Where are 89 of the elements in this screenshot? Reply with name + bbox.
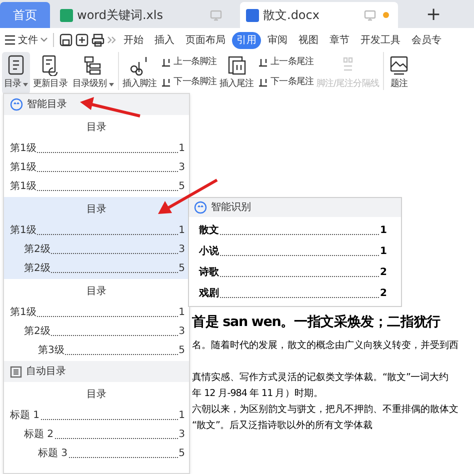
page-number: 1 (178, 224, 185, 238)
toc-entry-label: 第3级 (38, 344, 64, 358)
toc-entry-label: 第1级 (10, 161, 36, 175)
menu-tab[interactable]: 引用 (232, 32, 261, 48)
monitor-icon (364, 10, 376, 20)
page-number: 1 (178, 409, 185, 423)
ribbon-icon (388, 54, 410, 76)
ribbon-small-button[interactable]: 上一条尾注 (256, 56, 314, 70)
page-number: 1 (178, 306, 185, 320)
navigate-icon (256, 76, 269, 88)
file-tab[interactable]: word关键词.xls (54, 2, 228, 28)
toc-entry-label: 第2级 (24, 243, 50, 257)
toc-heading: 目录 (86, 121, 108, 135)
export-icon (75, 33, 89, 47)
toc-entry-label: 第1级 (10, 224, 36, 238)
toc-entry-label: 第2级 (24, 262, 50, 276)
document-icon (246, 8, 259, 22)
toc-entry-label: 第1级 (10, 142, 36, 156)
annotation-arrow (80, 97, 140, 118)
toc-entry-label: 第1级 (10, 306, 36, 320)
document-text: 真情实感、写作方式灵活的记叙类文学体裁。“散文”一词大约 (192, 371, 449, 385)
menu-tab[interactable]: 视图 (294, 32, 323, 48)
menu-tab[interactable]: 审阅 (263, 32, 292, 48)
toc-entry-label: 第2级 (24, 325, 50, 339)
document-text: 年 12 月-984 年 11 月）时期。 (192, 387, 323, 401)
toc-heading: 目录 (86, 285, 108, 299)
page-number: 5 (178, 447, 185, 461)
list-document-icon (10, 366, 22, 378)
monitor-icon (210, 10, 222, 20)
toc-style-preset[interactable]: 目录 标题 1 1 标题 2 3 标题 3 5 (4, 382, 189, 464)
ribbon-small-button[interactable]: 下一条尾注 (256, 76, 314, 89)
menu-tab[interactable]: 插入 (150, 32, 179, 48)
spreadsheet-icon (60, 8, 73, 22)
toc-style-preset[interactable]: 目录 第1级 1 第1级 3 第1级 5 (4, 115, 189, 197)
toc-entry-label: 标题 3 (38, 446, 68, 461)
document-heading-text: 首是 san wen。一指文采焕发；二指犹行 (192, 313, 441, 332)
page-number: 3 (178, 243, 185, 257)
ribbon-button[interactable]: 插入尾注 (217, 52, 256, 94)
recognized-entry[interactable]: 散文 1 (189, 217, 401, 238)
ribbon-button[interactable]: 目录级别 (70, 52, 116, 94)
toc-entry-label: 标题 1 (10, 408, 40, 423)
section-title: 智能目录 (27, 98, 67, 112)
menu-tab[interactable]: 章节 (325, 32, 354, 48)
print-icon (91, 33, 105, 47)
dropdown-caret-icon (108, 82, 114, 87)
ribbon-button[interactable]: 更新目录 (31, 52, 70, 94)
smart-face-icon (194, 201, 207, 214)
dropdown-caret-icon (23, 82, 28, 87)
toc-style-preset[interactable]: 目录 第1级 1 第2级 3 第2级 5 (4, 197, 189, 279)
toc-entry-label: 标题 2 (24, 428, 54, 442)
toc-entry-label: 第1级 (10, 180, 36, 194)
document-text: 六朝以来，为区别韵文与骈文，把凡不押韵、不重排偶的散体文 (192, 403, 459, 417)
navigate-icon (256, 57, 269, 68)
page-number: 5 (178, 180, 185, 194)
menu-icon (4, 35, 16, 45)
caret-icon (40, 37, 48, 43)
ribbon-button[interactable]: 插入脚注 (120, 52, 159, 94)
ribbon-button[interactable]: 题注 (386, 52, 412, 94)
toc-heading: 目录 (86, 203, 108, 217)
page-number: 5 (178, 344, 185, 358)
recognized-entry[interactable]: 小说 1 (189, 238, 401, 259)
toc-heading: 目录 (86, 388, 108, 402)
document-text: “散文”。后又泛指诗歌以外的所有文学体裁 (192, 419, 372, 433)
page-number: 5 (178, 262, 185, 276)
file-menu[interactable]: 文件 (18, 32, 38, 48)
menu-tab[interactable]: 开发工具 (356, 32, 405, 48)
recognized-entry[interactable]: 戏剧 2 (189, 280, 401, 301)
save-icon (59, 33, 73, 47)
ribbon-button[interactable]: 目录 (2, 52, 30, 94)
smart-face-icon (10, 98, 23, 111)
recognized-entry[interactable]: 诗歌 2 (189, 259, 401, 280)
menu-tab[interactable]: 开始 (119, 32, 148, 48)
popup-title: 智能识别 (211, 200, 251, 215)
navigate-icon (160, 76, 172, 88)
page-number: 1 (178, 142, 185, 156)
document-text: 名。随着时代的发展，散文的概念由广义向狭义转变，并受到西 (192, 339, 459, 353)
section-title: 自动目录 (26, 365, 66, 379)
new-tab-button[interactable]: + (426, 6, 442, 24)
page-number: 3 (178, 161, 185, 175)
file-tab[interactable]: 散文.docx (240, 2, 398, 28)
navigate-icon (160, 57, 172, 68)
ribbon-small-button[interactable]: 下一条脚注 (160, 76, 216, 89)
page-number: 3 (178, 325, 185, 339)
toc-style-preset[interactable]: 目录 第1级 1 第2级 3 第3级 5 (4, 279, 189, 361)
more-chevron-icon (107, 36, 117, 44)
menu-tab[interactable]: 页面布局 (181, 32, 230, 48)
ribbon-small-button[interactable]: 上一条脚注 (160, 56, 216, 70)
page-number: 3 (178, 428, 185, 442)
menu-tab[interactable]: 会员专 (407, 32, 446, 48)
